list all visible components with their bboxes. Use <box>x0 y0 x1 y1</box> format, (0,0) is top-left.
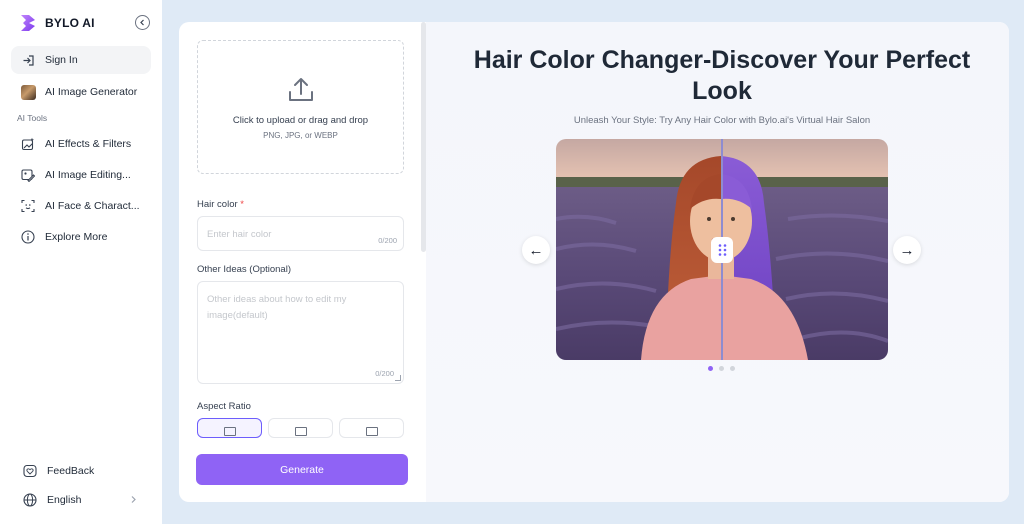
sidebar: BYLO AI Sign In AI Image Generator AI To… <box>0 0 162 524</box>
globe-icon <box>22 492 38 508</box>
sidebar-item-ai-image-editing[interactable]: AI Image Editing... <box>11 161 151 189</box>
hair-color-placeholder: Enter hair color <box>207 229 272 240</box>
sidebar-item-label: Explore More <box>45 231 108 243</box>
hair-color-char-count: 0/200 <box>378 236 397 245</box>
before-after-comparison[interactable] <box>556 139 888 360</box>
sidebar-item-label: AI Image Editing... <box>45 169 131 181</box>
feedback-label: FeedBack <box>47 465 95 477</box>
bylo-logo-icon <box>21 15 35 31</box>
sparkle-image-icon <box>20 136 36 152</box>
drag-handle-icon <box>718 244 726 256</box>
carousel-dot[interactable] <box>719 366 724 371</box>
previous-slide-button[interactable]: ← <box>522 236 550 264</box>
edit-image-icon <box>20 167 36 183</box>
form-panel: Click to upload or drag and drop PNG, JP… <box>179 22 424 502</box>
title-line-2: Look <box>692 77 752 105</box>
image-generator-thumbnail-icon <box>20 84 36 100</box>
hair-color-input[interactable]: Enter hair color 0/200 <box>197 216 404 251</box>
aspect-ratio-label: Aspect Ratio <box>197 401 251 412</box>
sidebar-item-label: AI Face & Charact... <box>45 200 140 212</box>
title-line-1: Hair Color Changer-Discover Your Perfect <box>473 46 971 74</box>
aspect-ratio-option[interactable] <box>268 418 333 438</box>
language-selector[interactable]: English <box>22 492 140 508</box>
required-mark: * <box>240 199 244 210</box>
carousel-dot[interactable] <box>708 366 713 371</box>
sidebar-item-ai-image-generator[interactable]: AI Image Generator <box>11 78 151 106</box>
generate-button[interactable]: Generate <box>196 454 408 485</box>
sidebar-item-explore-more[interactable]: Explore More <box>11 223 151 251</box>
chevron-left-icon <box>140 19 144 26</box>
sidebar-item-label: AI Image Generator <box>45 86 138 98</box>
section-label-ai-tools: AI Tools <box>17 113 48 123</box>
other-ideas-char-count: 0/200 <box>375 369 394 378</box>
aspect-ratio-icon <box>365 427 378 436</box>
upload-dropzone[interactable]: Click to upload or drag and drop PNG, JP… <box>197 40 404 174</box>
info-circle-icon <box>20 229 36 245</box>
upload-icon <box>288 77 313 101</box>
sidebar-item-label: AI Effects & Filters <box>45 138 132 150</box>
other-ideas-placeholder: Other ideas about how to edit my image(d… <box>207 294 347 321</box>
main-card: Click to upload or drag and drop PNG, JP… <box>179 22 1009 502</box>
page-title: Hair Color Changer-Discover Your Perfect… <box>426 45 1009 107</box>
sidebar-item-ai-effects-filters[interactable]: AI Effects & Filters <box>11 130 151 158</box>
hair-color-label-text: Hair color <box>197 199 238 210</box>
face-scan-icon <box>20 198 36 214</box>
other-ideas-label: Other Ideas (Optional) <box>197 264 291 275</box>
login-icon <box>20 52 36 68</box>
other-ideas-textarea[interactable]: Other ideas about how to edit my image(d… <box>197 281 404 384</box>
aspect-ratio-option[interactable] <box>197 418 262 438</box>
sign-in-button[interactable]: Sign In <box>11 46 151 74</box>
aspect-ratio-icon <box>223 427 236 436</box>
sign-in-label: Sign In <box>45 54 78 66</box>
upload-formats: PNG, JPG, or WEBP <box>263 130 338 140</box>
brand[interactable]: BYLO AI <box>20 14 95 32</box>
collapse-sidebar-button[interactable] <box>135 15 150 30</box>
upload-title: Click to upload or drag and drop <box>232 114 369 126</box>
carousel-dot[interactable] <box>730 366 735 371</box>
next-slide-button[interactable]: → <box>893 236 921 264</box>
feedback-heart-icon <box>22 463 38 479</box>
preview-panel: Hair Color Changer-Discover Your Perfect… <box>426 22 1009 502</box>
comparison-slider-handle[interactable] <box>711 237 733 263</box>
aspect-ratio-icon <box>294 427 307 436</box>
feedback-button[interactable]: FeedBack <box>22 463 94 479</box>
language-label: English <box>47 494 82 506</box>
aspect-ratio-option[interactable] <box>339 418 404 438</box>
sidebar-item-ai-face-character[interactable]: AI Face & Charact... <box>11 192 151 220</box>
hair-color-label: Hair color * <box>197 199 244 210</box>
chevron-right-icon <box>131 496 136 503</box>
resize-handle-icon[interactable] <box>395 375 401 381</box>
page-subtitle: Unleash Your Style: Try Any Hair Color w… <box>573 115 871 126</box>
brand-name: BYLO AI <box>45 16 95 30</box>
